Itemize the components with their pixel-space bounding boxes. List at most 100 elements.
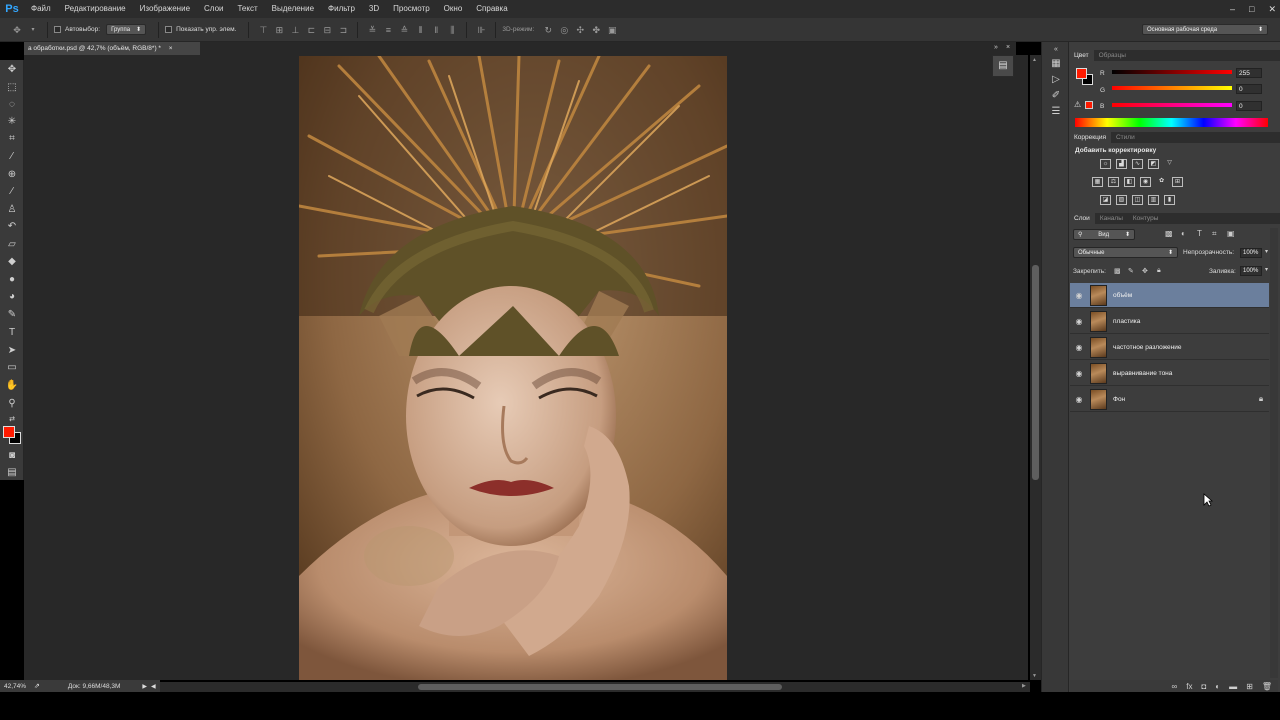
- menu-3d[interactable]: 3D: [362, 0, 386, 18]
- menu-filter[interactable]: Фильтр: [321, 0, 362, 18]
- maximize-button[interactable]: □: [1249, 4, 1254, 14]
- autoselect-dropdown[interactable]: Группа ⬍: [106, 24, 147, 35]
- opacity-slider-arrow-icon[interactable]: ▾: [1265, 248, 1268, 255]
- vertical-scroll-thumb[interactable]: [1032, 265, 1039, 480]
- color-channel-b-value[interactable]: 0: [1236, 101, 1262, 111]
- menu-help[interactable]: Справка: [469, 0, 514, 18]
- levels-icon[interactable]: ▟: [1116, 159, 1127, 169]
- auto-align-icon[interactable]: ⊪: [476, 25, 486, 35]
- gradient-map-icon[interactable]: ▥: [1148, 195, 1159, 205]
- color-channel-r-value[interactable]: 255: [1236, 68, 1262, 78]
- curves-icon[interactable]: ∿: [1132, 159, 1143, 169]
- lock-all-icon[interactable]: 🔒︎: [1157, 267, 1161, 275]
- tab-swatches[interactable]: Образцы: [1094, 50, 1131, 61]
- zoom-tool-icon[interactable]: ⚲: [4, 396, 20, 411]
- new-adjustment-layer-icon[interactable]: ◐: [1215, 682, 1220, 691]
- brush-tool-icon[interactable]: ∕: [4, 184, 20, 199]
- layer-row[interactable]: ◉ объём: [1070, 283, 1269, 308]
- brightness-contrast-icon[interactable]: ☼: [1100, 159, 1111, 169]
- distribute-bottom-icon[interactable]: ≙: [399, 25, 409, 35]
- fill-slider-arrow-icon[interactable]: ▾: [1265, 266, 1268, 273]
- filter-shape-icon[interactable]: ⌗: [1212, 229, 1217, 239]
- chevron-down-icon[interactable]: ▾: [28, 25, 38, 35]
- zoom-level[interactable]: 42,74%: [4, 683, 26, 690]
- align-bottom-icon[interactable]: ⊥: [290, 25, 300, 35]
- rectangle-tool-icon[interactable]: ▭: [4, 360, 20, 375]
- distribute-right-icon[interactable]: ⫼: [447, 25, 457, 35]
- threshold-icon[interactable]: ◫: [1132, 195, 1143, 205]
- photo-filter-icon[interactable]: ◉: [1140, 177, 1151, 187]
- tab-styles[interactable]: Стили: [1111, 132, 1140, 143]
- color-channel-g-value[interactable]: 0: [1236, 84, 1262, 94]
- align-vcenter-icon[interactable]: ⊞: [274, 25, 284, 35]
- menu-file[interactable]: Файл: [24, 0, 58, 18]
- menu-type[interactable]: Текст: [230, 0, 264, 18]
- layer-row[interactable]: ◉ Фон 🔒︎: [1070, 387, 1269, 412]
- lock-transparent-icon[interactable]: ▩: [1114, 267, 1121, 275]
- exposure-icon[interactable]: ◩: [1148, 159, 1159, 169]
- layer-row[interactable]: ◉ пластика: [1070, 309, 1269, 334]
- marquee-tool-icon[interactable]: ⬚: [4, 80, 20, 95]
- add-mask-icon[interactable]: ◘: [1201, 682, 1206, 691]
- minimize-button[interactable]: –: [1230, 4, 1235, 14]
- blur-tool-icon[interactable]: ●: [4, 272, 20, 287]
- lasso-tool-icon[interactable]: ◌: [4, 97, 20, 112]
- invert-icon[interactable]: ◪: [1100, 195, 1111, 205]
- filter-type-icon[interactable]: T: [1197, 229, 1202, 238]
- menu-edit[interactable]: Редактирование: [58, 0, 133, 18]
- move-tool-icon[interactable]: ✥: [4, 62, 20, 77]
- history-panel-icon[interactable]: ▦: [1050, 58, 1062, 70]
- align-right-icon[interactable]: ⊐: [338, 25, 348, 35]
- 3d-rotate-icon[interactable]: ↻: [543, 25, 553, 35]
- fill-field[interactable]: 100%: [1240, 266, 1262, 276]
- color-channel-r-slider[interactable]: [1112, 70, 1232, 74]
- color-balance-icon[interactable]: ⚖: [1108, 177, 1119, 187]
- color-channel-b-slider[interactable]: [1112, 103, 1232, 107]
- 3d-pan-icon[interactable]: ✣: [575, 25, 585, 35]
- scroll-left-arrow-icon[interactable]: ◀: [151, 683, 156, 690]
- menu-select[interactable]: Выделение: [265, 0, 321, 18]
- horizontal-scroll-thumb[interactable]: [418, 684, 782, 690]
- visibility-eye-icon[interactable]: ◉: [1070, 343, 1088, 352]
- vibrance-icon[interactable]: ▽: [1164, 159, 1175, 169]
- close-panels-icon[interactable]: ×: [1006, 44, 1010, 51]
- distribute-left-icon[interactable]: ⫴: [415, 25, 425, 35]
- history-brush-tool-icon[interactable]: ↶: [4, 219, 20, 234]
- show-transform-checkbox[interactable]: [165, 26, 173, 33]
- menu-window[interactable]: Окно: [437, 0, 470, 18]
- new-layer-icon[interactable]: ⊞: [1246, 682, 1253, 691]
- link-layers-icon[interactable]: ∞: [1172, 682, 1178, 691]
- color-spectrum-ramp[interactable]: [1075, 118, 1268, 127]
- color-channel-g-slider[interactable]: [1112, 86, 1232, 90]
- foreground-color-swatch-front[interactable]: [3, 426, 15, 438]
- visibility-eye-icon[interactable]: ◉: [1070, 369, 1088, 378]
- gamut-warning-icon[interactable]: ⚠: [1074, 100, 1081, 109]
- layer-row[interactable]: ◉ частотное разложение: [1070, 335, 1269, 360]
- visibility-eye-icon[interactable]: ◉: [1070, 291, 1088, 300]
- opacity-field[interactable]: 100%: [1240, 248, 1262, 258]
- align-top-icon[interactable]: ⊤: [258, 25, 268, 35]
- eraser-tool-icon[interactable]: ▱: [4, 237, 20, 252]
- hand-tool-icon[interactable]: ✋: [4, 378, 20, 393]
- black-white-icon[interactable]: ◧: [1124, 177, 1135, 187]
- layer-style-icon[interactable]: fx: [1186, 682, 1192, 691]
- align-hcenter-icon[interactable]: ⊟: [322, 25, 332, 35]
- gamut-color-swatch[interactable]: [1085, 101, 1093, 109]
- menu-image[interactable]: Изображение: [133, 0, 197, 18]
- align-left-icon[interactable]: ⊏: [306, 25, 316, 35]
- expand-panels-icon[interactable]: «: [1050, 44, 1062, 56]
- 3d-slide-icon[interactable]: ✤: [591, 25, 601, 35]
- color-lookup-icon[interactable]: ⊞: [1172, 177, 1183, 187]
- layers-scrollbar[interactable]: [1270, 228, 1278, 678]
- tab-paths[interactable]: Контуры: [1128, 213, 1164, 224]
- crop-tool-icon[interactable]: ⌗: [4, 131, 20, 146]
- layer-row[interactable]: ◉ выравнивание тона: [1070, 361, 1269, 386]
- 3d-scale-icon[interactable]: ▣: [607, 25, 617, 35]
- layer-lock-icon[interactable]: 🔒︎: [1253, 394, 1269, 404]
- workspace-dropdown[interactable]: Основная рабочая среда ⬍: [1142, 24, 1268, 35]
- menu-layers[interactable]: Слои: [197, 0, 230, 18]
- tab-adjustments[interactable]: Коррекция: [1069, 132, 1111, 143]
- visibility-eye-icon[interactable]: ◉: [1070, 395, 1088, 404]
- dodge-tool-icon[interactable]: ◕: [4, 289, 20, 304]
- eyedropper-tool-icon[interactable]: ⁄: [4, 149, 20, 164]
